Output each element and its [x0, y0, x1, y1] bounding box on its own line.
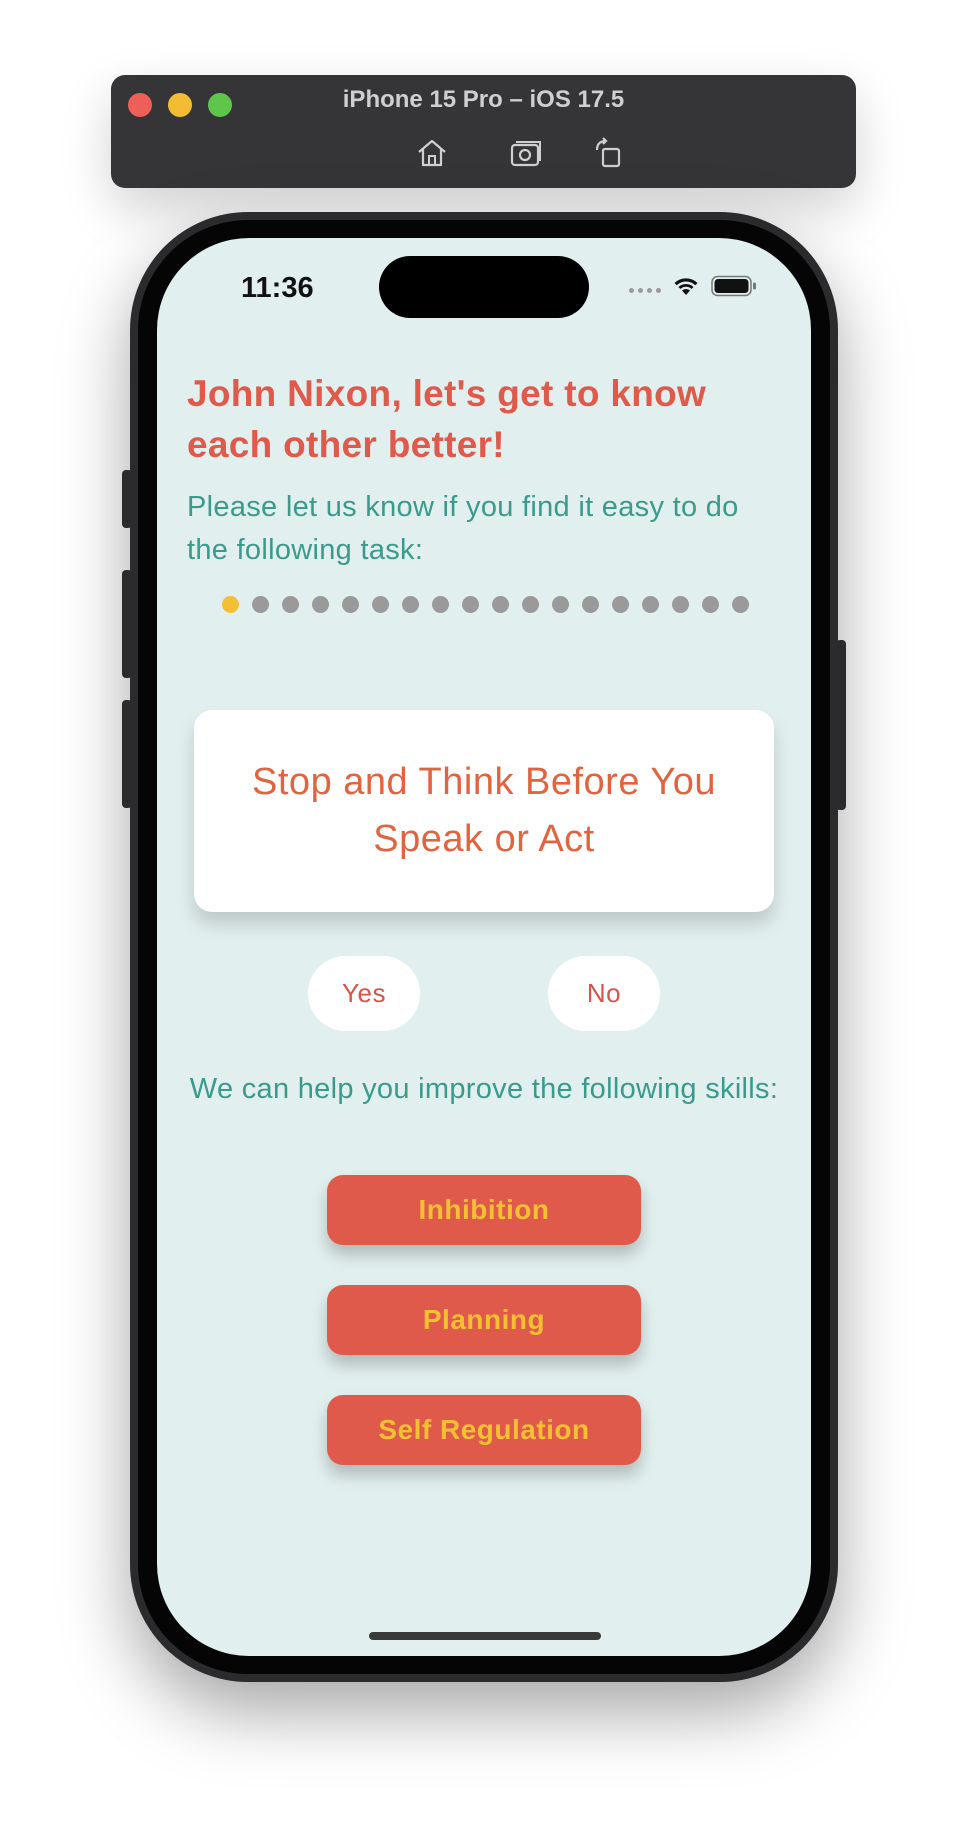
volume-up-button [122, 570, 132, 678]
progress-dot [342, 596, 359, 613]
power-button [836, 640, 846, 810]
progress-dots [222, 596, 749, 613]
dynamic-island [379, 256, 589, 318]
progress-dot [612, 596, 629, 613]
home-icon[interactable] [415, 136, 449, 170]
task-text: Stop and Think Before You Speak or Act [252, 761, 716, 860]
volume-down-button [122, 700, 132, 808]
page-title: John Nixon, let's get to know each other… [187, 373, 707, 465]
action-button [122, 470, 132, 528]
app-screen: 11:36 John Nixon, let's get to know each… [157, 238, 811, 1656]
skill-button-planning[interactable]: Planning [327, 1285, 641, 1355]
rotate-icon[interactable] [592, 136, 626, 170]
progress-dot [372, 596, 389, 613]
status-icons [629, 274, 757, 298]
progress-dot [732, 596, 749, 613]
progress-dot [282, 596, 299, 613]
help-text: We can help you improve the following sk… [189, 1073, 779, 1105]
progress-dot [672, 596, 689, 613]
wifi-icon [674, 278, 698, 295]
progress-dot [552, 596, 569, 613]
skill-button-inhibition[interactable]: Inhibition [327, 1175, 641, 1245]
progress-dot [222, 596, 239, 613]
battery-icon [711, 275, 756, 297]
cellular-icon [629, 287, 661, 293]
simulator-title: iPhone 15 Pro – iOS 17.5 [342, 86, 625, 113]
progress-dot [522, 596, 539, 613]
progress-dot [582, 596, 599, 613]
task-card: Stop and Think Before You Speak or Act [194, 710, 774, 912]
progress-dot [312, 596, 329, 613]
progress-dot [702, 596, 719, 613]
skill-button-self-regulation[interactable]: Self Regulation [327, 1395, 641, 1465]
no-button[interactable]: No [548, 956, 660, 1031]
progress-dot [642, 596, 659, 613]
status-time: 11:36 [241, 272, 314, 304]
progress-dot [492, 596, 509, 613]
yes-button[interactable]: Yes [308, 956, 420, 1031]
page-subtitle: Please let us know if you find it easy t… [187, 491, 739, 566]
home-indicator[interactable] [369, 1632, 601, 1640]
progress-dot [462, 596, 479, 613]
progress-dot [402, 596, 419, 613]
progress-dot [252, 596, 269, 613]
screenshot-icon[interactable] [509, 136, 543, 170]
progress-dot [432, 596, 449, 613]
